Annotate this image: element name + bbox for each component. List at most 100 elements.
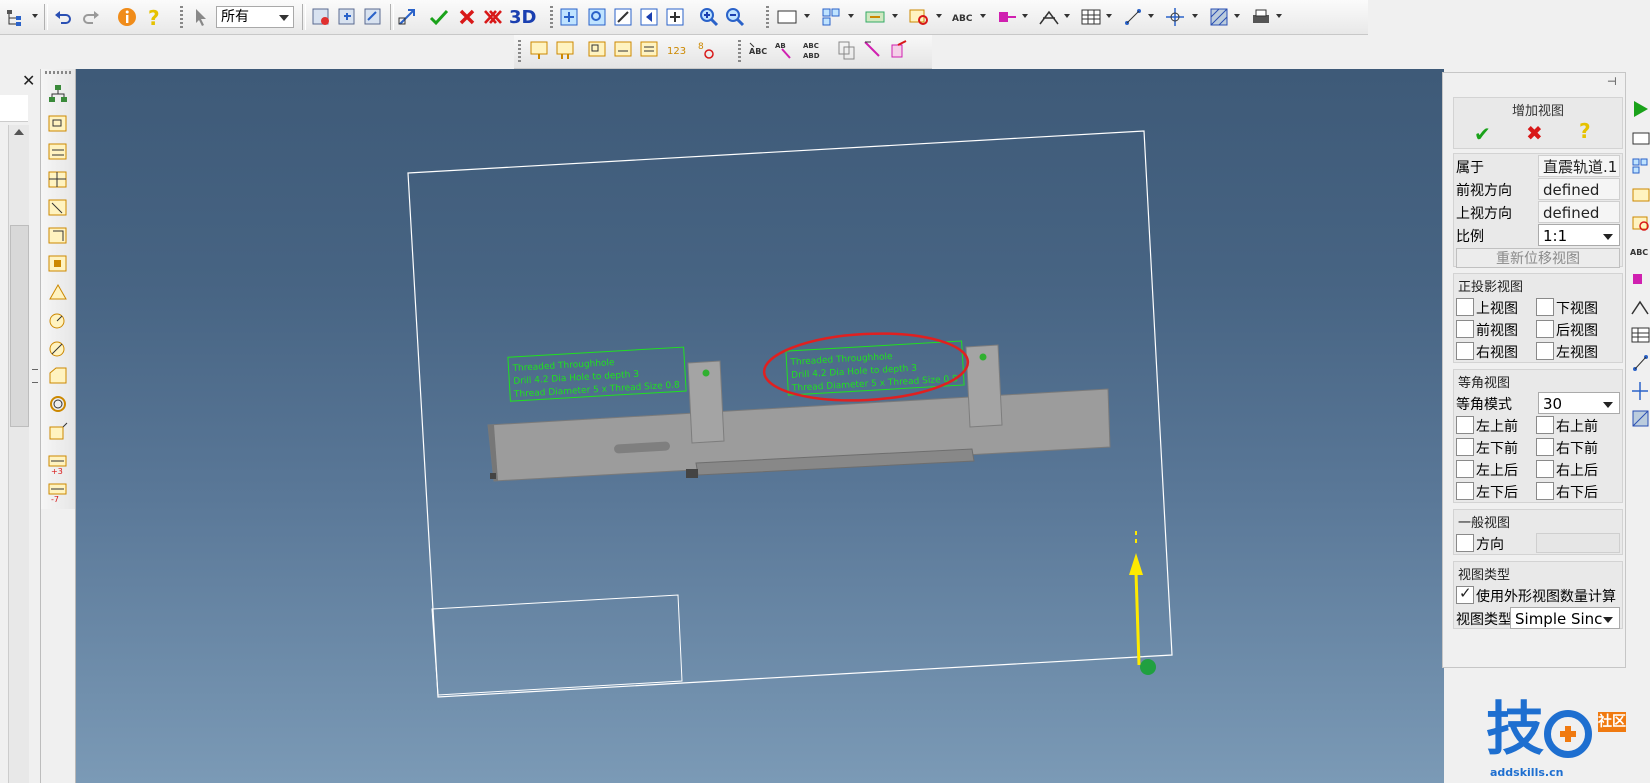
coordinate-icon[interactable] [47,421,69,443]
leader-note-icon[interactable]: AB [774,39,796,61]
table-icon[interactable] [1630,324,1650,346]
fit-all-icon[interactable] [558,6,580,28]
view-tool-1-icon[interactable] [47,113,69,135]
dimension-icon[interactable] [1122,6,1144,28]
model-tree-icon[interactable] [4,6,26,28]
toolbar-grip[interactable] [766,6,769,30]
detail-view-icon[interactable] [908,6,930,28]
section-view-icon[interactable] [1630,184,1650,206]
direction-field[interactable] [1536,533,1620,553]
angle-icon[interactable] [47,281,69,303]
hatch-icon[interactable] [1630,408,1650,430]
note-abc-icon[interactable]: ABC [748,39,770,61]
checkbox-left-view[interactable] [1536,342,1554,360]
splitter-grip[interactable] [32,369,38,383]
checkbox-iso-3[interactable] [1536,438,1554,456]
table-icon[interactable] [1080,6,1102,28]
cancel-x-icon[interactable]: ✖ [1526,121,1543,145]
cancel-all-icon[interactable] [482,6,504,28]
view-from-3d-icon[interactable] [310,6,332,28]
sheet-icon[interactable] [1630,128,1650,150]
zoom-area-icon[interactable] [586,6,608,28]
switch-3d-button[interactable]: 3D [509,7,536,28]
dropdown-arrow-icon[interactable] [1192,14,1198,18]
add-row-icon[interactable]: +3 [47,453,69,475]
help-icon[interactable]: ? [1579,119,1591,143]
pin-icon[interactable]: ⊣ [1607,75,1617,88]
text-abc-icon[interactable]: ABC [1630,240,1650,262]
renumber-icon[interactable]: 8 [694,39,716,61]
belongs-field[interactable]: 直震轨道.1 [1538,155,1620,177]
checkbox-front-view[interactable] [1456,320,1474,338]
views-icon[interactable] [1630,156,1650,178]
checkbox-top-view[interactable] [1456,298,1474,316]
toolbar-grip[interactable] [550,6,553,30]
relocate-view-button[interactable]: 重新位移视图 [1456,248,1620,268]
datum-icon[interactable] [888,39,910,61]
help-icon[interactable]: ? [144,6,166,28]
thread-callout-left[interactable]: Threaded Throughhole Drill 4.2 Dia Hole … [507,346,687,402]
remove-row-icon[interactable]: -7 [47,481,69,503]
dropdown-arrow-icon[interactable] [980,14,986,18]
dimension-icon[interactable] [1630,352,1650,374]
hatch-icon[interactable] [1208,6,1230,28]
dropdown-arrow-icon[interactable] [936,14,942,18]
ok-check-icon[interactable]: ✔ [1474,122,1491,146]
sheet-icon[interactable] [776,6,798,28]
normal-view-icon[interactable] [612,6,634,28]
hierarchy-icon[interactable] [47,83,69,105]
zoom-in-icon[interactable] [698,6,720,28]
tree-area[interactable] [0,95,28,122]
cancel-x-icon[interactable] [456,6,478,28]
symbol-icon[interactable] [1630,296,1650,318]
replace-text-icon[interactable]: ABC ABD [802,39,824,61]
redo-icon[interactable] [80,6,102,28]
view-b-icon[interactable] [612,39,634,61]
view-type-select[interactable]: Simple Sinc [1510,607,1620,629]
toolbar-grip[interactable] [180,6,183,30]
play-icon[interactable] [1630,98,1650,120]
view-c-icon[interactable] [638,39,660,61]
checkbox-iso-1[interactable] [1536,416,1554,434]
front-direction-field[interactable]: defined [1538,178,1620,200]
toolbar-grip[interactable] [518,40,521,64]
print-icon[interactable] [1250,6,1272,28]
diameter-icon[interactable] [47,337,69,359]
axis-compass-icon[interactable] [1129,531,1156,675]
leader-icon[interactable] [862,39,884,61]
zoom-out-icon[interactable] [724,6,746,28]
dropdown-arrow-icon[interactable] [1276,14,1282,18]
projected-view-icon[interactable] [362,6,384,28]
section-view-icon[interactable] [864,6,886,28]
dropdown-arrow-icon[interactable] [32,14,38,18]
view-tool-4-icon[interactable] [47,197,69,219]
top-direction-field[interactable]: defined [1538,201,1620,223]
dropdown-arrow-icon[interactable] [892,14,898,18]
attach-icon[interactable] [836,39,858,61]
axis-icon[interactable] [1630,380,1650,402]
checkbox-iso-7[interactable] [1536,482,1554,500]
dropdown-arrow-icon[interactable] [1234,14,1240,18]
dropdown-arrow-icon[interactable] [1106,14,1112,18]
chamfer-icon[interactable] [47,365,69,387]
accept-check-icon[interactable] [428,6,450,28]
drawing-canvas[interactable]: Threaded Throughhole Drill 4.2 Dia Hole … [76,69,1444,783]
checkbox-iso-2[interactable] [1456,438,1474,456]
checkbox-right-view[interactable] [1456,342,1474,360]
selection-filter-select[interactable]: 所有 [216,6,294,28]
dropdown-arrow-icon[interactable] [1148,14,1154,18]
axis-icon[interactable] [1164,6,1186,28]
radius-icon[interactable] [47,309,69,331]
scrollbar[interactable] [8,125,29,783]
dropdown-arrow-icon[interactable] [1022,14,1028,18]
info-icon[interactable] [116,6,138,28]
iso-mode-select[interactable]: 30 [1538,392,1620,414]
symbol-icon[interactable] [1038,6,1060,28]
checkbox-iso-4[interactable] [1456,460,1474,478]
text-abc-icon[interactable]: ABC [952,6,974,28]
dropdown-arrow-icon[interactable] [1064,14,1070,18]
toolbar-grip[interactable] [45,71,71,74]
update-all-icon[interactable] [554,39,576,61]
thread-icon[interactable] [47,393,69,415]
checkbox-iso-0[interactable] [1456,416,1474,434]
